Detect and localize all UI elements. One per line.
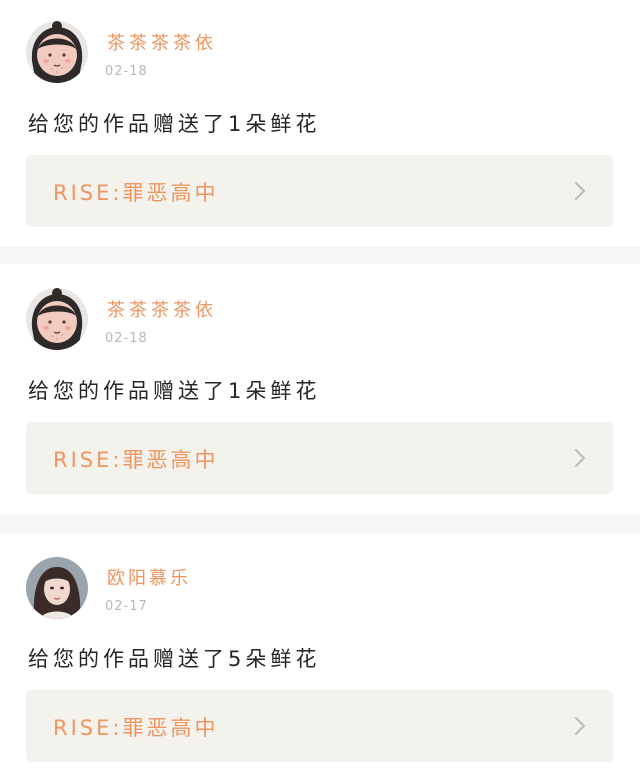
- chevron-right-icon: [574, 716, 586, 736]
- notification-card: 茶茶茶茶依 02-18 给您的作品赠送了1朵鲜花 RISE:罪恶高中: [0, 264, 640, 515]
- user-avatar[interactable]: [26, 21, 88, 83]
- avatar-cartoon-face-icon: [26, 288, 88, 350]
- chevron-right-icon: [574, 181, 586, 201]
- avatar-cartoon-face-icon: [26, 21, 88, 83]
- username[interactable]: 欧阳慕乐: [107, 564, 191, 590]
- username[interactable]: 茶茶茶茶依: [107, 29, 217, 55]
- avatar-photo-icon: [26, 557, 88, 619]
- timestamp: 02-18: [105, 64, 148, 79]
- section-divider: [0, 515, 640, 533]
- notification-card: 欧阳慕乐 02-17 给您的作品赠送了5朵鲜花 RISE:罪恶高中: [0, 533, 640, 782]
- username[interactable]: 茶茶茶茶依: [107, 296, 217, 322]
- timestamp: 02-17: [105, 599, 148, 614]
- user-avatar[interactable]: [26, 288, 88, 350]
- gift-message: 给您的作品赠送了1朵鲜花: [28, 112, 321, 136]
- work-title: RISE:罪恶高中: [53, 181, 219, 205]
- gift-message: 给您的作品赠送了5朵鲜花: [28, 647, 321, 671]
- work-link-card[interactable]: RISE:罪恶高中: [26, 155, 613, 227]
- chevron-right-icon: [574, 448, 586, 468]
- work-link-card[interactable]: RISE:罪恶高中: [26, 690, 613, 762]
- user-avatar[interactable]: [26, 557, 88, 619]
- work-title: RISE:罪恶高中: [53, 448, 219, 472]
- section-divider: [0, 246, 640, 264]
- gift-message: 给您的作品赠送了1朵鲜花: [28, 379, 321, 403]
- timestamp: 02-18: [105, 331, 148, 346]
- work-link-card[interactable]: RISE:罪恶高中: [26, 422, 613, 494]
- work-title: RISE:罪恶高中: [53, 716, 219, 740]
- notification-card: 茶茶茶茶依 02-18 给您的作品赠送了1朵鲜花 RISE:罪恶高中: [0, 0, 640, 246]
